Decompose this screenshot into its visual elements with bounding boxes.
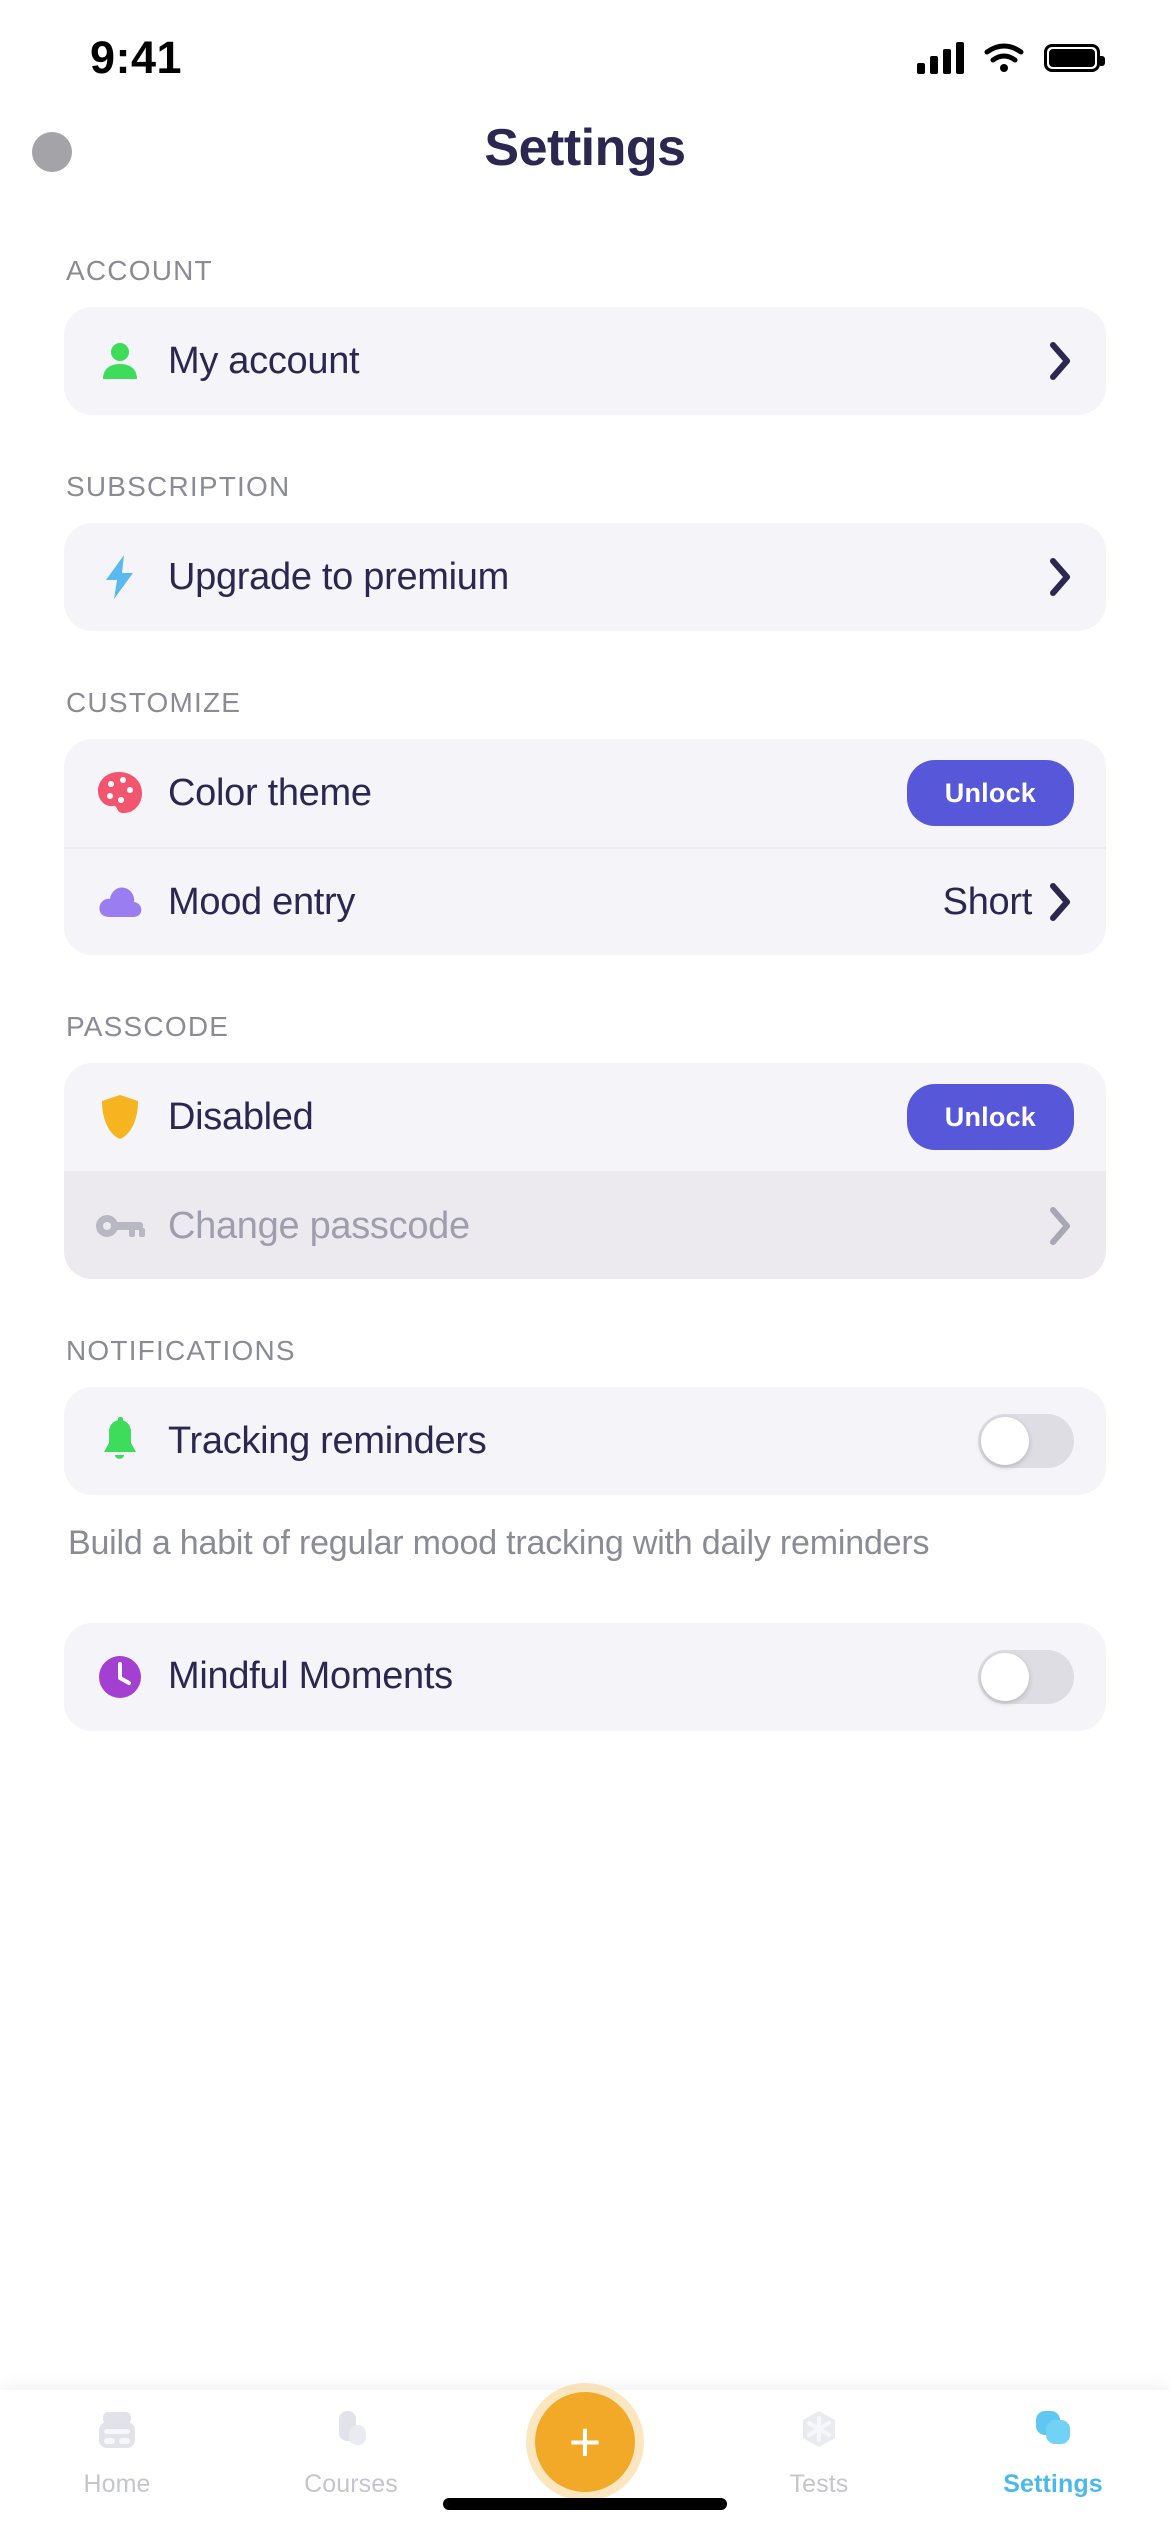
person-icon: [94, 335, 146, 387]
lightning-bolt-icon: [94, 551, 146, 603]
tab-label: Tests: [789, 2470, 849, 2498]
page-title: Settings: [484, 119, 686, 177]
section-label-notifications: NOTIFICATIONS: [66, 1335, 296, 1366]
tab-tests[interactable]: Tests: [702, 2404, 936, 2499]
row-label: Tracking reminders: [168, 1419, 487, 1462]
row-label: Mindful Moments: [168, 1655, 453, 1698]
courses-icon: [325, 2404, 377, 2460]
page-header: Settings: [0, 118, 1170, 223]
card-passcode: Disabled Unlock Change passcode: [64, 1063, 1106, 1279]
fab-container: +: [468, 2392, 702, 2492]
tab-home[interactable]: Home: [0, 2404, 234, 2499]
cloud-icon: [94, 876, 146, 928]
tab-courses[interactable]: Courses: [234, 2404, 468, 2499]
status-time: 9:41: [90, 31, 183, 83]
section-label-customize: CUSTOMIZE: [66, 687, 242, 718]
phone-screen: 9:41 Settings ACCOUNT My account SUBSCRI…: [0, 0, 1170, 2532]
chevron-right-icon: [1050, 557, 1074, 597]
chevron-right-icon: [1050, 1206, 1074, 1246]
add-entry-fab[interactable]: +: [535, 2392, 635, 2492]
tab-label: Courses: [304, 2470, 398, 2498]
key-icon: [94, 1200, 146, 1252]
section-label-account: ACCOUNT: [66, 255, 213, 286]
row-tracking-reminders[interactable]: Tracking reminders: [64, 1387, 1106, 1495]
row-change-passcode[interactable]: Change passcode: [64, 1171, 1106, 1279]
tab-label: Settings: [1003, 2470, 1103, 2498]
mood-entry-value: Short: [942, 880, 1033, 923]
palette-icon: [94, 767, 146, 819]
clock-icon: [94, 1651, 146, 1703]
settings-squares-icon: [1027, 2404, 1079, 2460]
row-mindful-moments[interactable]: Mindful Moments: [64, 1623, 1106, 1731]
tab-label: Home: [83, 2470, 151, 2498]
card-customize: Color theme Unlock Mood entry Short: [64, 739, 1106, 955]
card-subscription: Upgrade to premium: [64, 523, 1106, 631]
battery-full-icon: [1044, 43, 1105, 72]
bottom-tab-bar: Home Courses + Tests Settings: [0, 2390, 1170, 2532]
tracking-reminders-toggle[interactable]: [978, 1414, 1074, 1468]
home-indicator: [443, 2498, 727, 2510]
row-my-account[interactable]: My account: [64, 307, 1106, 415]
section-label-passcode: PASSCODE: [66, 1011, 230, 1042]
signal-bars-icon: [917, 41, 964, 74]
notifications-helper-text: Build a habit of regular mood tracking w…: [68, 1524, 930, 1562]
unlock-color-theme-button[interactable]: Unlock: [906, 760, 1074, 826]
journal-icon: [91, 2404, 143, 2460]
settings-list: ACCOUNT My account SUBSCRIPTION Upgrade …: [0, 255, 1170, 2390]
card-mindful-moments: Mindful Moments: [64, 1622, 1106, 1731]
row-color-theme[interactable]: Color theme Unlock: [64, 739, 1106, 847]
row-label: Mood entry: [168, 880, 356, 923]
bell-icon: [94, 1415, 146, 1467]
row-passcode-status[interactable]: Disabled Unlock: [64, 1063, 1106, 1171]
unlock-passcode-button[interactable]: Unlock: [906, 1084, 1074, 1150]
chevron-right-icon: [1050, 341, 1074, 381]
status-icons: [917, 41, 1105, 74]
shield-icon: [94, 1091, 146, 1143]
mindful-moments-toggle[interactable]: [978, 1649, 1074, 1704]
row-label: Change passcode: [168, 1204, 470, 1247]
chevron-right-icon: [1050, 882, 1074, 922]
card-notifications: Tracking reminders: [64, 1387, 1106, 1495]
status-bar: 9:41: [0, 0, 1170, 115]
row-label: Color theme: [168, 771, 372, 814]
plus-icon: +: [568, 2409, 602, 2473]
card-account: My account: [64, 307, 1106, 415]
section-label-subscription: SUBSCRIPTION: [66, 471, 291, 502]
asterisk-hex-icon: [793, 2404, 845, 2460]
row-mood-entry[interactable]: Mood entry Short: [64, 847, 1106, 955]
wifi-icon: [984, 43, 1024, 73]
row-label: My account: [168, 339, 360, 382]
row-label: Upgrade to premium: [168, 555, 509, 598]
row-label: Disabled: [168, 1095, 314, 1138]
row-upgrade-to-premium[interactable]: Upgrade to premium: [64, 523, 1106, 631]
tab-settings[interactable]: Settings: [936, 2404, 1170, 2499]
